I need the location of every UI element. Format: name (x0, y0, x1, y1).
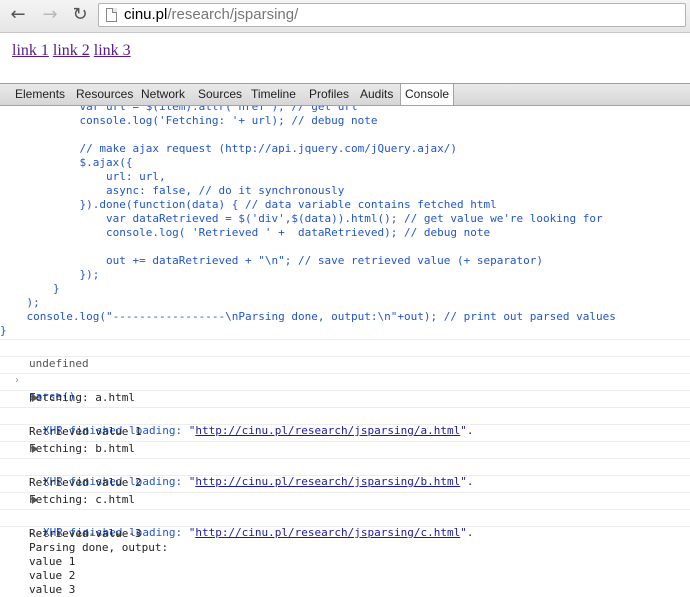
code-line: }).done(function(data) { // data variabl… (0, 198, 497, 211)
console-message: Retrieved value 1 (0, 407, 690, 438)
page-icon (106, 8, 117, 22)
output-text: value 1 (29, 555, 76, 568)
console-message: Fetching: b.html (0, 424, 690, 455)
output-line: ----------------- (0, 527, 690, 541)
link-1[interactable]: link 1 (12, 42, 49, 59)
code-line: out += dataRetrieved + "\n"; // save ret… (0, 254, 544, 267)
console-message: undefined (0, 339, 690, 370)
code-line: } (0, 324, 7, 337)
code-line: }); (0, 268, 100, 281)
code-line: console.log("-----------------\nParsing … (0, 310, 616, 323)
tab-resources[interactable]: Resources (76, 84, 133, 105)
link-3[interactable]: link 3 (94, 42, 131, 59)
url-text: cinu.pl/research/jsparsing/ (124, 6, 298, 23)
console-command: › parse() (0, 356, 690, 403)
code-line: } (0, 282, 60, 295)
code-line: console.log( 'Retrieved ' + dataRetrieve… (0, 226, 491, 239)
code-line: var url = $(item).attr('href'); // get u… (0, 106, 358, 113)
console-message: Retrieved value 2 (0, 458, 690, 489)
code-line: var dataRetrieved = $('div',$(data)).htm… (0, 212, 603, 225)
console-message: Retrieved value 3 (0, 509, 690, 540)
address-bar[interactable]: cinu.pl/research/jsparsing/ (98, 3, 686, 27)
xhr-message: XHR finished loading: "http://cinu.pl/re… (0, 492, 690, 539)
output-text: Parsing done, output: (29, 541, 169, 554)
tab-network[interactable]: Network (141, 84, 185, 105)
reload-button[interactable]: ↻ (68, 4, 92, 26)
output-text: value 2 (29, 569, 76, 582)
output-line: Parsing done, output: (0, 541, 690, 555)
url-path: /research/jsparsing/ (167, 6, 299, 23)
link-2[interactable]: link 2 (53, 42, 90, 59)
console-panel[interactable]: var url = $(item).attr('href'); // get u… (0, 106, 690, 597)
code-line: // make ajax request (http://api.jquery.… (0, 142, 457, 155)
url-host: cinu.pl (124, 6, 168, 23)
output-line: value 2 (0, 569, 690, 583)
xhr-message: XHR finished loading: "http://cinu.pl/re… (0, 441, 690, 488)
tab-audits[interactable]: Audits (360, 84, 393, 105)
expand-triangle-icon[interactable] (32, 394, 38, 402)
code-line: ); (0, 296, 40, 309)
web-page: link 1 link 2 link 3 (0, 33, 690, 83)
output-text: ----------------- (29, 527, 142, 540)
output-line: value 1 (0, 555, 690, 569)
expand-triangle-icon[interactable] (32, 445, 38, 453)
browser-toolbar: ← → ↻ cinu.pl/research/jsparsing/ (0, 0, 690, 33)
link-list: link 1 link 2 link 3 (12, 42, 135, 60)
devtools-tabbar: Elements Resources Network Sources Timel… (0, 83, 690, 106)
tab-profiles[interactable]: Profiles (309, 84, 349, 105)
console-message: Fetching: a.html (0, 373, 690, 404)
back-button[interactable]: ← (6, 4, 30, 26)
console-message: Fetching: c.html (0, 475, 690, 506)
output-line: value 3 (0, 583, 690, 597)
code-line: url: url, (0, 170, 166, 183)
tab-console[interactable]: Console (400, 84, 455, 105)
expand-triangle-icon[interactable] (32, 496, 38, 504)
forward-button[interactable]: → (38, 4, 62, 26)
output-text: value 3 (29, 583, 76, 596)
tab-sources[interactable]: Sources (198, 84, 242, 105)
code-line: async: false, // do it synchronously (0, 184, 345, 197)
tab-timeline[interactable]: Timeline (251, 84, 296, 105)
xhr-message: XHR finished loading: "http://cinu.pl/re… (0, 390, 690, 437)
tab-elements[interactable]: Elements (15, 84, 65, 105)
code-line: $.ajax({ (0, 156, 133, 169)
code-line: console.log('Fetching: '+ url); // debug… (0, 114, 378, 127)
